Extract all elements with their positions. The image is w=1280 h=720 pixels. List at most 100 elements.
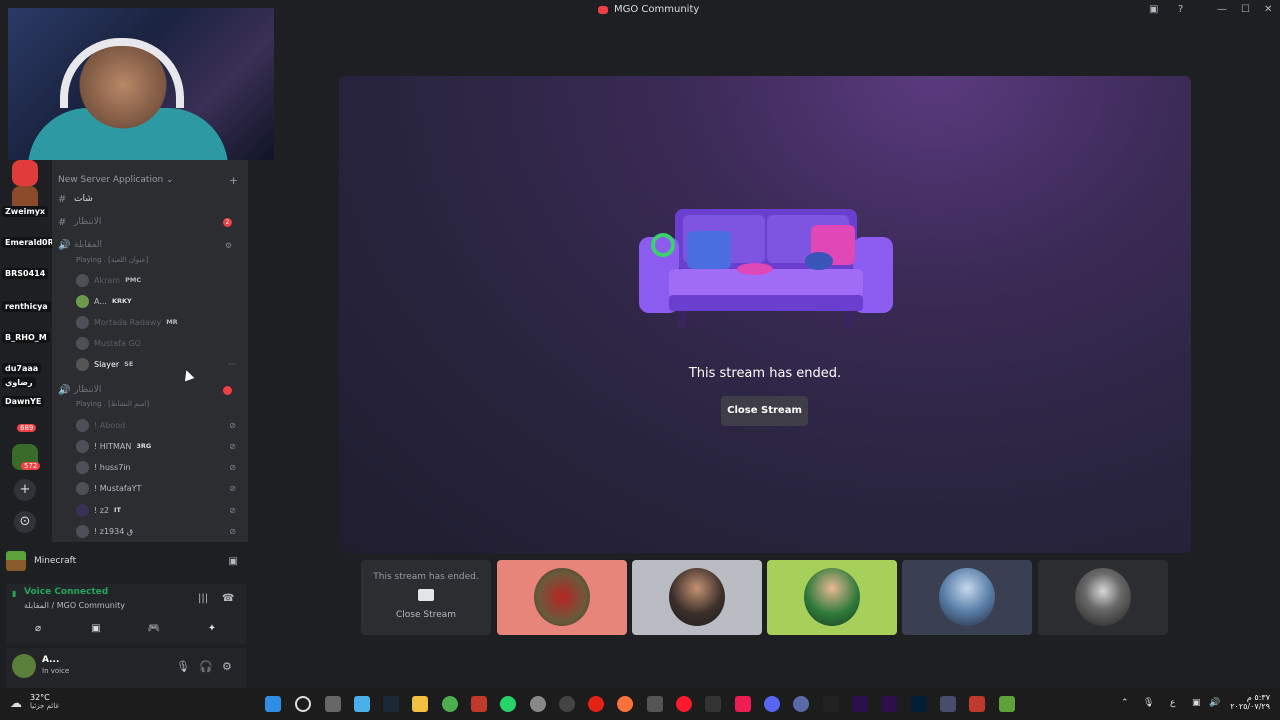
add-server-button[interactable]: + bbox=[14, 479, 36, 501]
weather-desc: غائم جزئيا bbox=[30, 702, 60, 710]
settings-gear-icon[interactable]: ⚙ bbox=[222, 660, 232, 673]
participant-tile[interactable] bbox=[1038, 560, 1168, 635]
chrome-icon[interactable] bbox=[442, 696, 458, 712]
share-screen-icon[interactable]: ▣ bbox=[76, 620, 116, 638]
display-icon[interactable]: ▣ bbox=[1192, 698, 1201, 708]
voice-user-label: B_RHO_M bbox=[2, 332, 50, 343]
voice-member[interactable]: ! z1934 ق ⊘ bbox=[76, 522, 246, 540]
file-explorer-icon[interactable] bbox=[412, 696, 428, 712]
app-icon[interactable] bbox=[647, 696, 663, 712]
user-avatar[interactable] bbox=[12, 654, 36, 678]
participant-tile-self[interactable]: This stream has ended. Close Stream bbox=[361, 560, 491, 635]
app-icon[interactable] bbox=[793, 696, 809, 712]
firefox-icon[interactable] bbox=[617, 696, 633, 712]
youtube-icon[interactable] bbox=[588, 696, 604, 712]
language-indicator[interactable]: ع bbox=[1170, 698, 1175, 708]
microphone-tray-icon: 🎙 bbox=[1143, 698, 1155, 708]
activities-icon[interactable]: 🎮 bbox=[134, 620, 174, 638]
camera-off-icon[interactable]: ⌀ bbox=[18, 620, 58, 638]
participant-tile[interactable] bbox=[902, 560, 1032, 635]
start-icon[interactable] bbox=[265, 696, 281, 712]
app-icon[interactable] bbox=[559, 696, 575, 712]
participant-tile[interactable] bbox=[767, 560, 897, 635]
avatar bbox=[76, 336, 89, 350]
voice-member[interactable]: Akram PMC bbox=[76, 271, 246, 289]
server-icon-red[interactable] bbox=[12, 160, 38, 186]
channel-item[interactable]: # شات bbox=[58, 191, 242, 207]
app-icon[interactable] bbox=[530, 696, 546, 712]
inbox-icon[interactable]: ▣ bbox=[1149, 4, 1158, 15]
screen-share-icon[interactable]: ▣ bbox=[229, 556, 238, 567]
app-icon[interactable] bbox=[940, 696, 956, 712]
clock-time: ٥:٣٧ م bbox=[1246, 693, 1270, 702]
help-icon[interactable]: ? bbox=[1178, 4, 1183, 15]
voice-member[interactable]: Slayer SE ··· bbox=[76, 355, 246, 373]
avatar bbox=[76, 439, 89, 453]
explore-button[interactable]: ⊙ bbox=[14, 511, 36, 533]
speaker-icon: 🔊 bbox=[58, 384, 71, 396]
voice-member[interactable]: A... KRKY bbox=[76, 292, 246, 310]
tile-close-stream-button[interactable]: Close Stream bbox=[361, 610, 491, 620]
channel-item[interactable]: # الانتظار 2 bbox=[58, 214, 242, 230]
soundboard-icon[interactable]: ✦ bbox=[192, 620, 232, 638]
opera-icon[interactable] bbox=[676, 696, 692, 712]
whatsapp-icon[interactable] bbox=[500, 696, 516, 712]
weather-widget[interactable]: 32°C غائم جزئيا bbox=[30, 693, 59, 710]
voice-user-label: BRS0414 bbox=[2, 268, 49, 279]
volume-icon[interactable]: 🔊 bbox=[1209, 698, 1220, 708]
voice-member[interactable]: ! HITMAN 3RG ⊘ bbox=[76, 437, 246, 455]
avatar bbox=[76, 294, 89, 308]
add-channel-icon[interactable]: + bbox=[229, 174, 238, 187]
voice-member[interactable]: Mortada Radawy MR bbox=[76, 313, 246, 331]
deafened-icon: ⊘ bbox=[229, 505, 236, 515]
webcam-overlay bbox=[8, 8, 274, 160]
voice-member[interactable]: ! Abood ⊘ bbox=[76, 416, 246, 434]
close-window-icon[interactable]: ✕ bbox=[1264, 4, 1272, 15]
copilot-icon[interactable] bbox=[354, 696, 370, 712]
deafened-icon: ⊘ bbox=[229, 526, 236, 536]
voice-channel[interactable]: 🔊 المقابلة ⚙ bbox=[58, 237, 242, 253]
signal-icon[interactable]: ▮ bbox=[12, 589, 16, 598]
disconnect-icon[interactable]: ☎ bbox=[222, 593, 234, 604]
clan-tag: 3RG bbox=[136, 442, 152, 450]
app-icon[interactable] bbox=[823, 696, 839, 712]
mention-badge: 572 bbox=[21, 462, 41, 470]
minimize-icon[interactable]: — bbox=[1217, 4, 1227, 15]
tiktok-icon[interactable] bbox=[735, 696, 751, 712]
participant-tile[interactable] bbox=[497, 560, 627, 635]
voice-member[interactable]: ! z2 IT ⊘ bbox=[76, 501, 246, 519]
activity-status[interactable]: Minecraft ▣ bbox=[6, 546, 246, 576]
voice-member[interactable]: ! MustafaYT ⊘ bbox=[76, 479, 246, 497]
channel-name: شات bbox=[74, 194, 93, 204]
channel-settings-icon[interactable]: ⚙ bbox=[225, 241, 232, 250]
category-header[interactable]: New Server Application ⌄ bbox=[58, 175, 174, 185]
premiere-icon[interactable] bbox=[852, 696, 868, 712]
search-icon[interactable] bbox=[295, 696, 311, 712]
tray-chevron-icon[interactable]: ⌃ bbox=[1121, 698, 1129, 708]
voice-member[interactable]: Mustafa GO bbox=[76, 334, 246, 352]
photoshop-icon[interactable] bbox=[911, 696, 927, 712]
app-icon[interactable] bbox=[471, 696, 487, 712]
more-options-icon[interactable]: ··· bbox=[228, 360, 236, 369]
participant-avatar bbox=[1075, 568, 1131, 626]
maximize-icon[interactable]: ☐ bbox=[1241, 4, 1250, 15]
task-view-icon[interactable] bbox=[325, 696, 341, 712]
participant-tile[interactable] bbox=[632, 560, 762, 635]
clock-date: ٢٠٢٥/٠٧/٢٩ bbox=[1230, 702, 1270, 711]
clock[interactable]: ٥:٣٧ م ٢٠٢٥/٠٧/٢٩ bbox=[1226, 693, 1270, 711]
user-name[interactable]: A... bbox=[42, 655, 59, 665]
capcut-icon[interactable] bbox=[705, 696, 721, 712]
voice-status[interactable]: Voice Connected bbox=[24, 587, 108, 597]
headphones-icon[interactable]: 🎧 bbox=[199, 660, 213, 673]
voice-member[interactable]: ! huss7in ⊘ bbox=[76, 458, 246, 476]
steam-icon[interactable] bbox=[383, 696, 399, 712]
close-stream-button[interactable]: Close Stream bbox=[721, 396, 808, 426]
microphone-icon[interactable]: 🎙 bbox=[176, 660, 190, 673]
voice-location[interactable]: المقابلة / MGO Community bbox=[24, 601, 125, 610]
noise-suppression-icon[interactable]: ||| bbox=[198, 593, 208, 604]
minecraft-taskbar-icon[interactable] bbox=[999, 696, 1015, 712]
discord-icon[interactable] bbox=[764, 696, 780, 712]
app-icon[interactable] bbox=[969, 696, 985, 712]
media-encoder-icon[interactable] bbox=[881, 696, 897, 712]
avatar bbox=[76, 357, 89, 371]
